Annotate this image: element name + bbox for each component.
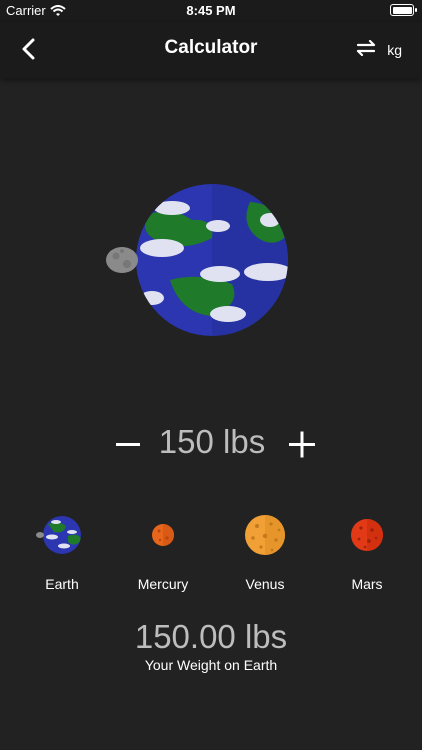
planet-item-earth[interactable]: Earth: [12, 510, 112, 600]
moon-icon: [106, 247, 138, 273]
unit-label: kg: [387, 42, 402, 58]
swap-arrows-icon: [355, 39, 377, 61]
weight-control: 150 lbs: [0, 420, 422, 470]
planet-item-venus[interactable]: Venus: [215, 510, 315, 600]
planet-item-mars[interactable]: Mars: [317, 510, 417, 600]
weight-result: 150.00 lbs Your Weight on Earth: [0, 618, 422, 673]
planet-name: Mars: [351, 576, 383, 592]
plus-icon[interactable]: [286, 425, 318, 465]
navigation-bar: Calculator kg: [0, 22, 422, 78]
weight-value: 150 lbs: [158, 423, 266, 460]
planet-selector: Earth Mercury Venus Mars: [0, 510, 422, 600]
earth-illustration: [100, 180, 300, 340]
result-caption: Your Weight on Earth: [144, 657, 278, 673]
planet-name: Venus: [245, 576, 285, 592]
clock: 8:45 PM: [186, 3, 236, 18]
unit-toggle-button[interactable]: kg: [355, 38, 402, 62]
result-value: 150.00 lbs: [134, 618, 288, 655]
battery-icon: [390, 4, 417, 16]
planet-name: Earth: [45, 576, 79, 592]
planet-name: Mercury: [137, 576, 189, 592]
planet-item-mercury[interactable]: Mercury: [113, 510, 213, 600]
minus-icon[interactable]: [112, 425, 144, 465]
status-bar: Carrier 8:45 PM: [0, 0, 422, 22]
